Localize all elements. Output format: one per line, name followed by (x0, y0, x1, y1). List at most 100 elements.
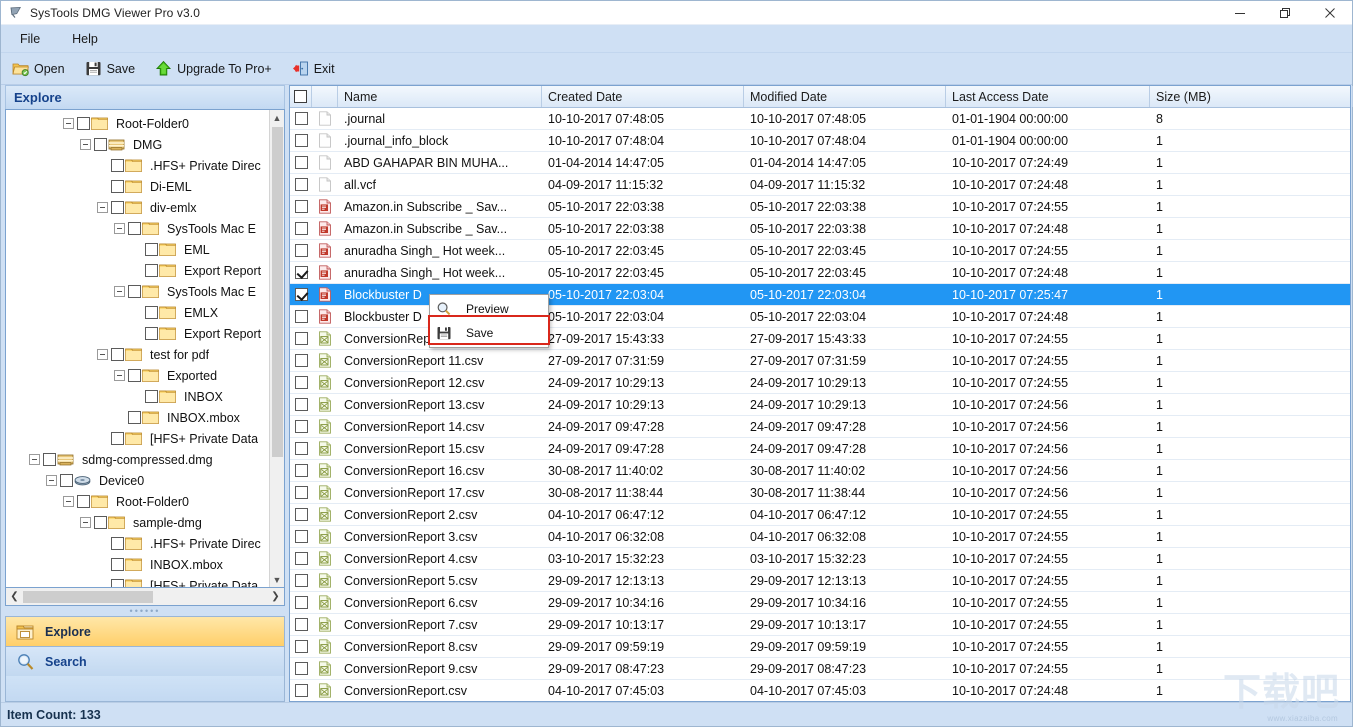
tree-node-checkbox[interactable] (145, 264, 158, 277)
tree-expander-icon[interactable] (114, 370, 125, 381)
row-checkbox[interactable] (294, 156, 308, 169)
table-row[interactable]: ConversionReport 13.csv 24-09-2017 10:29:… (290, 394, 1350, 416)
row-checkbox-cell[interactable] (290, 640, 312, 653)
tree-node[interactable]: Root-Folder0 (6, 113, 269, 134)
row-checkbox-cell[interactable] (290, 684, 312, 697)
tree-expander-icon[interactable] (63, 118, 74, 129)
tree-node[interactable]: INBOX.mbox (6, 554, 269, 575)
row-checkbox[interactable] (294, 398, 308, 411)
table-row[interactable]: ConversionReport 15.csv 24-09-2017 09:47:… (290, 438, 1350, 460)
row-checkbox[interactable] (294, 618, 308, 631)
tree-node-checkbox[interactable] (77, 495, 90, 508)
row-checkbox-cell[interactable] (290, 288, 312, 301)
table-row[interactable]: ConversionReport 3.csv 04-10-2017 06:32:0… (290, 526, 1350, 548)
row-checkbox[interactable] (294, 200, 308, 213)
table-row[interactable]: ConversionReport 16.csv 30-08-2017 11:40:… (290, 460, 1350, 482)
column-header-created[interactable]: Created Date (542, 86, 744, 107)
row-checkbox-cell[interactable] (290, 354, 312, 367)
context-menu-item-save[interactable]: Save (430, 321, 548, 345)
row-checkbox-cell[interactable] (290, 530, 312, 543)
hscroll-track[interactable] (23, 588, 267, 605)
row-checkbox[interactable] (294, 662, 308, 675)
tree-vertical-scrollbar[interactable]: ▲ ▼ (269, 110, 284, 587)
tree-node[interactable]: SysTools Mac E (6, 218, 269, 239)
row-checkbox[interactable] (294, 134, 308, 147)
tree-node[interactable]: [HFS+ Private Data (6, 428, 269, 449)
row-checkbox[interactable] (294, 222, 308, 235)
row-checkbox-cell[interactable] (290, 508, 312, 521)
tree-node[interactable]: test for pdf (6, 344, 269, 365)
tree-node-checkbox[interactable] (111, 537, 124, 550)
context-menu[interactable]: Preview Save (429, 294, 549, 348)
tree-expander-icon[interactable] (46, 475, 57, 486)
tree-expander-icon[interactable] (97, 202, 108, 213)
tree-node[interactable]: INBOX (6, 386, 269, 407)
tree-node-checkbox[interactable] (111, 180, 124, 193)
table-row[interactable]: ConversionReport 6.csv 29-09-2017 10:34:1… (290, 592, 1350, 614)
tree-node-checkbox[interactable] (111, 201, 124, 214)
row-checkbox[interactable] (294, 442, 308, 455)
table-row[interactable]: Amazon.in Subscribe _ Sav... 05-10-2017 2… (290, 196, 1350, 218)
tree-node[interactable]: Di-EML (6, 176, 269, 197)
tree-horizontal-scrollbar[interactable]: ❮ ❯ (5, 588, 285, 606)
menu-help[interactable]: Help (67, 29, 103, 49)
row-checkbox-cell[interactable] (290, 332, 312, 345)
scroll-right-icon[interactable]: ❯ (267, 589, 284, 605)
row-checkbox[interactable] (294, 486, 308, 499)
tree-node-checkbox[interactable] (145, 390, 158, 403)
upgrade-button[interactable]: Upgrade To Pro+ (152, 58, 275, 79)
tree-node[interactable]: EMLX (6, 302, 269, 323)
row-checkbox-cell[interactable] (290, 662, 312, 675)
tree-node-checkbox[interactable] (94, 516, 107, 529)
open-button[interactable]: Open (9, 58, 68, 79)
tree-node[interactable]: Exported (6, 365, 269, 386)
row-checkbox-cell[interactable] (290, 178, 312, 191)
tree-node[interactable]: sdmg-compressed.dmg (6, 449, 269, 470)
row-checkbox[interactable] (294, 288, 308, 301)
row-checkbox-cell[interactable] (290, 398, 312, 411)
row-checkbox-cell[interactable] (290, 200, 312, 213)
context-menu-item-preview[interactable]: Preview (430, 297, 548, 321)
close-icon[interactable] (1307, 1, 1352, 24)
row-checkbox[interactable] (294, 310, 308, 323)
tree-node[interactable]: DMG (6, 134, 269, 155)
tree-node-checkbox[interactable] (111, 159, 124, 172)
tree-node-checkbox[interactable] (94, 138, 107, 151)
sidebar-item-explore[interactable]: Explore (5, 616, 285, 646)
row-checkbox-cell[interactable] (290, 266, 312, 279)
row-checkbox-cell[interactable] (290, 156, 312, 169)
table-row[interactable]: anuradha Singh_ Hot week... 05-10-2017 22… (290, 240, 1350, 262)
restore-icon[interactable] (1262, 1, 1307, 24)
column-header-icon[interactable] (312, 86, 338, 107)
table-row[interactable]: anuradha Singh_ Hot week... 05-10-2017 22… (290, 262, 1350, 284)
row-checkbox[interactable] (294, 354, 308, 367)
tree-node[interactable]: INBOX.mbox (6, 407, 269, 428)
column-header-access[interactable]: Last Access Date (946, 86, 1150, 107)
tree-node[interactable]: .HFS+ Private Direc (6, 533, 269, 554)
save-button[interactable]: Save (82, 58, 139, 79)
exit-button[interactable]: Exit (289, 58, 338, 79)
folder-tree[interactable]: Root-Folder0 DMG .HFS+ Private Direc Di-EML… (6, 110, 269, 587)
row-checkbox-cell[interactable] (290, 618, 312, 631)
table-row[interactable]: Amazon.in Subscribe _ Sav... 05-10-2017 2… (290, 218, 1350, 240)
column-header-modified[interactable]: Modified Date (744, 86, 946, 107)
menu-file[interactable]: File (15, 29, 45, 49)
tree-expander-icon[interactable] (29, 454, 40, 465)
minimize-icon[interactable] (1217, 1, 1262, 24)
tree-node[interactable]: Device0 (6, 470, 269, 491)
row-checkbox[interactable] (294, 530, 308, 543)
row-checkbox[interactable] (294, 508, 308, 521)
table-row[interactable]: ConversionReport 4.csv 03-10-2017 15:32:2… (290, 548, 1350, 570)
scroll-thumb[interactable] (271, 127, 283, 457)
tree-node-checkbox[interactable] (128, 369, 141, 382)
row-checkbox-cell[interactable] (290, 486, 312, 499)
tree-node-checkbox[interactable] (145, 327, 158, 340)
tree-node[interactable]: div-emlx (6, 197, 269, 218)
tree-node[interactable]: sample-dmg (6, 512, 269, 533)
tree-node-checkbox[interactable] (111, 558, 124, 571)
table-row[interactable]: .journal_info_block 10-10-2017 07:48:04 10… (290, 130, 1350, 152)
row-checkbox[interactable] (294, 244, 308, 257)
row-checkbox[interactable] (294, 266, 308, 279)
tree-node-checkbox[interactable] (145, 306, 158, 319)
row-checkbox-cell[interactable] (290, 112, 312, 125)
